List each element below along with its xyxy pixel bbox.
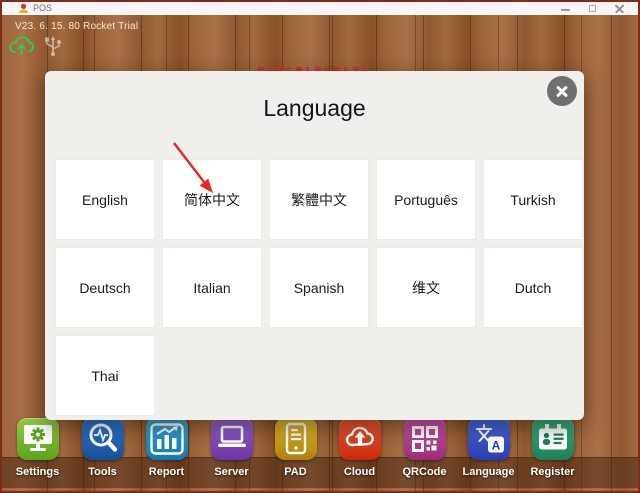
toolbar-label-register: Register — [520, 466, 585, 478]
lang-button-traditional-chinese[interactable]: 繁體中文 — [269, 159, 369, 240]
status-icons — [8, 34, 65, 57]
dialog-title: Language — [45, 95, 584, 122]
toolbar-item-server[interactable]: Server — [199, 418, 264, 478]
toolbar-item-settings[interactable]: Settings — [5, 418, 70, 478]
toolbar-label-language: Language — [456, 466, 521, 478]
toolbar-item-language[interactable]: A Language — [456, 418, 521, 478]
dialog-close-icon[interactable] — [547, 76, 577, 106]
tools-icon — [82, 418, 124, 460]
toolbar-label-tools: Tools — [70, 466, 135, 478]
close-window-icon[interactable] — [606, 2, 632, 15]
lang-button-dutch[interactable]: Dutch — [483, 247, 583, 328]
usb-icon — [41, 36, 65, 56]
toolbar-label-qrcode: QRCode — [392, 466, 457, 478]
toolbar-item-register[interactable]: Register — [520, 418, 585, 478]
minimize-icon[interactable] — [552, 2, 578, 15]
language-icon: A — [468, 418, 510, 460]
toolbar-item-pad[interactable]: PAD — [263, 418, 328, 478]
lang-button-italian[interactable]: Italian — [162, 247, 262, 328]
lang-button-simplified-chinese[interactable]: 简体中文 — [162, 159, 262, 240]
cloud-icon — [339, 418, 381, 460]
qrcode-icon — [404, 418, 446, 460]
pos-app-window: POS V23. 6. 15. 80 Rocket Trial Language… — [0, 0, 640, 493]
window-title: POS — [33, 3, 52, 13]
toolbar-item-cloud[interactable]: Cloud — [327, 418, 392, 478]
toolbar-label-server: Server — [199, 466, 264, 478]
window-titlebar: POS — [0, 2, 640, 15]
app-logo-icon — [18, 3, 29, 14]
svg-text:A: A — [491, 439, 500, 453]
maximize-icon[interactable] — [580, 2, 606, 15]
lang-button-portuguese[interactable]: Português — [376, 159, 476, 240]
register-icon — [532, 418, 574, 460]
toolbar-item-tools[interactable]: Tools — [70, 418, 135, 478]
server-icon — [211, 418, 253, 460]
toolbar-item-report[interactable]: Report — [134, 418, 199, 478]
lang-button-spanish[interactable]: Spanish — [269, 247, 369, 328]
toolbar-label-report: Report — [134, 466, 199, 478]
version-label: V23. 6. 15. 80 Rocket Trial — [15, 21, 138, 32]
lang-button-thai[interactable]: Thai — [55, 335, 155, 416]
lang-button-turkish[interactable]: Turkish — [483, 159, 583, 240]
settings-icon — [17, 418, 59, 460]
lang-button-deutsch[interactable]: Deutsch — [55, 247, 155, 328]
toolbar-label-cloud: Cloud — [327, 466, 392, 478]
report-icon — [146, 418, 188, 460]
toolbar-label-settings: Settings — [5, 466, 70, 478]
language-dialog: Language English 简体中文 繁體中文 Português Tur… — [45, 71, 584, 420]
cloud-upload-icon — [8, 34, 35, 57]
toolbar-item-qrcode[interactable]: QRCode — [392, 418, 457, 478]
pad-icon — [275, 418, 317, 460]
lang-button-english[interactable]: English — [55, 159, 155, 240]
toolbar-label-pad: PAD — [263, 466, 328, 478]
lang-button-uyghur[interactable]: 维文 — [376, 247, 476, 328]
